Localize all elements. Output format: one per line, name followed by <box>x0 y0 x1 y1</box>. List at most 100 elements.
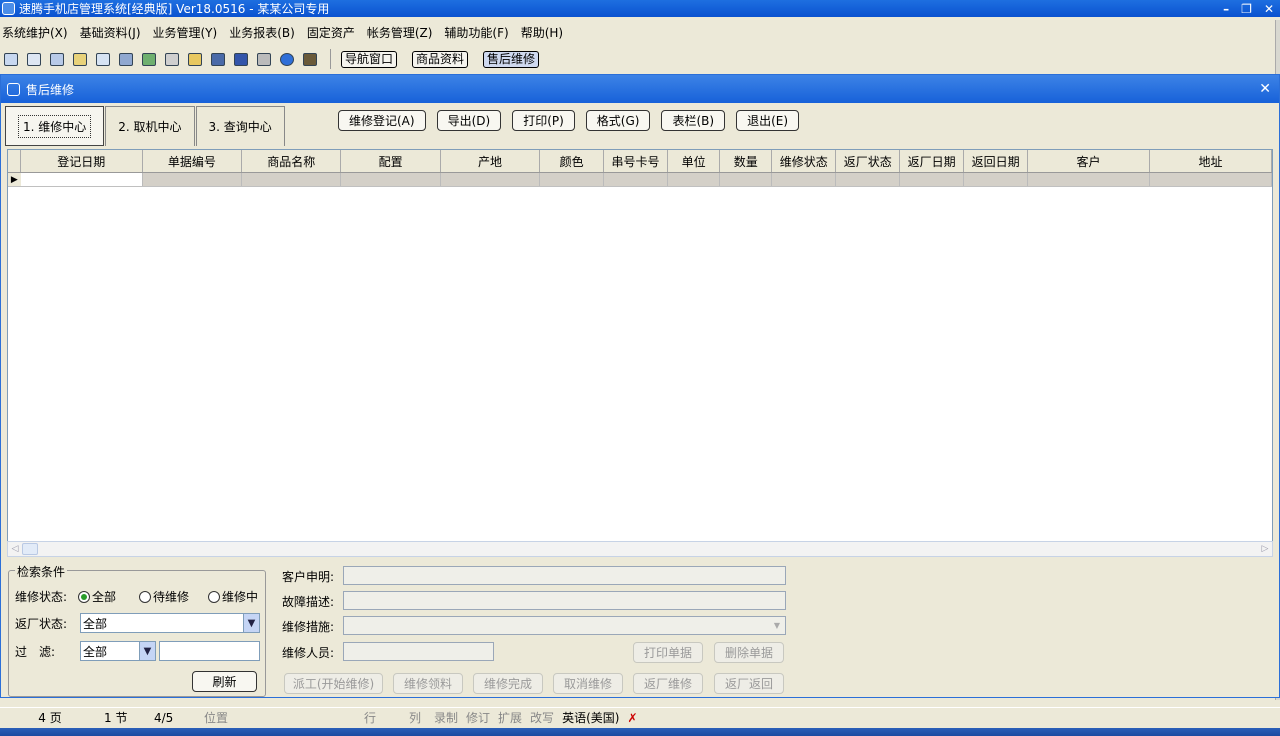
table-cell[interactable] <box>1028 173 1150 186</box>
horizontal-scrollbar[interactable]: ◁ ▷ <box>7 541 1273 557</box>
monitor-icon[interactable] <box>209 50 227 68</box>
menu-reports[interactable]: 业务报表(B) <box>229 24 295 41</box>
col-back-date[interactable]: 返回日期 <box>964 150 1029 172</box>
print-button[interactable]: 打印(P) <box>512 110 575 131</box>
table-cell[interactable] <box>668 173 721 186</box>
save-icon[interactable] <box>232 50 250 68</box>
col-origin[interactable]: 产地 <box>441 150 541 172</box>
columns-button[interactable]: 表栏(B) <box>661 110 726 131</box>
repair-staff-field[interactable] <box>343 642 494 661</box>
chevron-down-icon[interactable]: ▼ <box>769 617 785 634</box>
repair-grid[interactable]: 登记日期 单据编号 商品名称 配置 产地 颜色 串号卡号 单位 数量 维修状态 … <box>7 149 1273 557</box>
radio-dot <box>208 590 220 603</box>
cancel-repair-button[interactable]: 取消维修 <box>553 673 623 694</box>
exit-button[interactable]: 退出(E) <box>736 110 800 131</box>
radio-pending[interactable]: 待维修 <box>139 588 189 605</box>
printer-icon[interactable] <box>255 50 273 68</box>
radio-all[interactable]: 全部 <box>78 588 116 605</box>
close-window-button[interactable]: ✕ <box>1264 2 1274 16</box>
search-icon[interactable] <box>94 50 112 68</box>
col-serial[interactable]: 串号卡号 <box>604 150 669 172</box>
delete-doc-button[interactable]: 删除单据 <box>714 642 784 663</box>
table-cell[interactable] <box>900 173 965 186</box>
customer-statement-field[interactable] <box>343 566 786 585</box>
dispatch-button[interactable]: 派工(开始维修) <box>284 673 383 694</box>
table-cell[interactable] <box>341 173 441 186</box>
repair-complete-button[interactable]: 维修完成 <box>473 673 543 694</box>
table-icon[interactable] <box>2 50 20 68</box>
scroll-left-icon[interactable]: ◁ <box>8 542 22 556</box>
repair-measure-field[interactable]: ▼ <box>343 616 786 635</box>
format-button[interactable]: 格式(G) <box>585 110 651 131</box>
filter-select[interactable]: 全部 ▼ <box>80 641 156 661</box>
table-cell[interactable] <box>604 173 668 186</box>
menu-business[interactable]: 业务管理(Y) <box>153 24 218 41</box>
col-config[interactable]: 配置 <box>341 150 441 172</box>
users-icon[interactable] <box>140 50 158 68</box>
col-return-status[interactable]: 返厂状态 <box>836 150 901 172</box>
tab-pickup-center[interactable]: 2. 取机中心 <box>105 106 195 146</box>
table-cell[interactable] <box>20 173 143 186</box>
filter-input[interactable] <box>159 641 260 661</box>
chevron-down-icon[interactable]: ▼ <box>243 614 259 632</box>
col-unit[interactable]: 单位 <box>668 150 721 172</box>
exit-icon[interactable] <box>301 50 319 68</box>
nav-window-button[interactable]: 导航窗口 <box>341 50 398 68</box>
col-doc-no[interactable]: 单据编号 <box>143 150 243 172</box>
col-qty[interactable]: 数量 <box>720 150 773 172</box>
print-preview-icon[interactable] <box>163 50 181 68</box>
minimize-button[interactable]: – <box>1223 2 1229 16</box>
close-icon[interactable]: ✕ <box>1259 81 1271 97</box>
return-status-select[interactable]: 全部 ▼ <box>80 613 260 633</box>
scroll-right-icon[interactable]: ▷ <box>1258 542 1272 556</box>
print-doc-button[interactable]: 打印单据 <box>633 642 703 663</box>
col-repair-status[interactable]: 维修状态 <box>772 150 837 172</box>
chart-icon[interactable] <box>71 50 89 68</box>
table-cell[interactable] <box>540 173 605 186</box>
menu-base-data[interactable]: 基础资料(J) <box>80 24 141 41</box>
table-cell[interactable] <box>964 173 1029 186</box>
col-color[interactable]: 颜色 <box>540 150 605 172</box>
col-product-name[interactable]: 商品名称 <box>242 150 342 172</box>
wrench-icon[interactable] <box>117 50 135 68</box>
spellcheck-icon[interactable]: ✗ <box>623 710 673 726</box>
search-legend: 检索条件 <box>15 563 68 580</box>
folder-icon[interactable] <box>186 50 204 68</box>
factory-repair-button[interactable]: 返厂维修 <box>633 673 703 694</box>
product-data-button[interactable]: 商品资料 <box>412 50 469 68</box>
help-icon[interactable] <box>278 50 296 68</box>
col-customer[interactable]: 客户 <box>1028 150 1151 172</box>
table-cell[interactable] <box>836 173 901 186</box>
scroll-thumb[interactable] <box>22 543 38 555</box>
menu-tools[interactable]: 辅助功能(F) <box>444 24 508 41</box>
radio-in-repair[interactable]: 维修中 <box>208 588 258 605</box>
chevron-down-icon[interactable]: ▼ <box>139 642 155 660</box>
repair-material-button[interactable]: 维修领料 <box>393 673 463 694</box>
table-cell[interactable] <box>772 173 837 186</box>
fault-description-field[interactable] <box>343 591 786 610</box>
export-button[interactable]: 导出(D) <box>436 110 502 131</box>
col-register-date[interactable]: 登记日期 <box>21 150 143 172</box>
windows-icon[interactable] <box>48 50 66 68</box>
table-cell[interactable] <box>242 173 342 186</box>
menu-system[interactable]: 系统维护(X) <box>2 24 68 41</box>
after-sales-button[interactable]: 售后维修 <box>483 50 540 68</box>
table-row[interactable]: ▶ <box>8 173 1272 187</box>
restore-button[interactable]: ❐ <box>1241 2 1252 16</box>
table-cell[interactable] <box>441 173 541 186</box>
menu-accounts[interactable]: 帐务管理(Z) <box>367 24 433 41</box>
action-buttons: 维修登记(A) 导出(D) 打印(P) 格式(G) 表栏(B) 退出(E) <box>338 110 810 131</box>
col-address[interactable]: 地址 <box>1150 150 1272 172</box>
list-icon[interactable] <box>25 50 43 68</box>
factory-return-button[interactable]: 返厂返回 <box>714 673 784 694</box>
tab-query-center[interactable]: 3. 查询中心 <box>195 106 285 146</box>
col-return-date[interactable]: 返厂日期 <box>900 150 965 172</box>
table-cell[interactable] <box>143 173 243 186</box>
table-cell[interactable] <box>1150 173 1272 186</box>
table-cell[interactable] <box>720 173 773 186</box>
repair-register-button[interactable]: 维修登记(A) <box>338 110 426 131</box>
tab-repair-center[interactable]: 1. 维修中心 <box>5 106 105 146</box>
menu-fixed-assets[interactable]: 固定资产 <box>307 24 355 41</box>
menu-help[interactable]: 帮助(H) <box>521 24 563 41</box>
refresh-button[interactable]: 刷新 <box>192 671 257 692</box>
